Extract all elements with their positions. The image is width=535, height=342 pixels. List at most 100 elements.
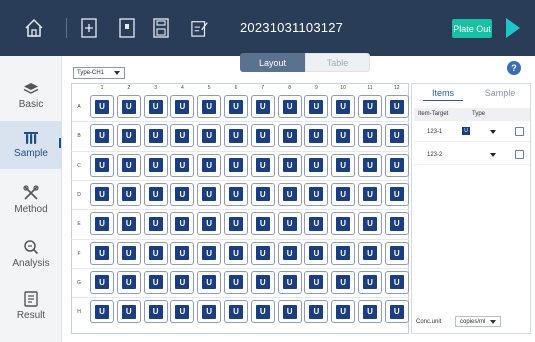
plate-well[interactable]: U — [197, 124, 222, 148]
plate-well[interactable]: U — [90, 182, 114, 206]
save-icon[interactable] — [152, 17, 170, 39]
plate-well[interactable]: U — [304, 153, 329, 177]
plate-well[interactable]: U — [250, 270, 275, 294]
chevron-down-icon[interactable] — [490, 153, 496, 157]
plate-well[interactable]: U — [170, 124, 195, 148]
plate-well[interactable]: U — [197, 153, 222, 177]
plate-well[interactable]: U — [197, 300, 222, 324]
plate-well[interactable]: U — [90, 241, 114, 265]
edit-template-icon[interactable] — [191, 17, 209, 39]
sidebar-item-method[interactable]: Method — [0, 176, 62, 224]
plate-well[interactable]: U — [116, 212, 141, 236]
table-row[interactable]: 123-1 U — [414, 122, 530, 142]
plate-well[interactable]: U — [358, 212, 382, 236]
row-header[interactable]: E — [75, 221, 83, 227]
sidebar-item-sample[interactable]: Sample — [0, 121, 62, 169]
plate-well[interactable]: U — [384, 182, 409, 206]
plate-well[interactable]: U — [197, 182, 222, 206]
plate-well[interactable]: U — [224, 182, 248, 206]
plate-well[interactable]: U — [331, 153, 356, 177]
open-file-icon[interactable] — [118, 17, 136, 39]
plate-well[interactable]: U — [224, 241, 248, 265]
plate-well[interactable]: U — [358, 95, 382, 118]
plate-well[interactable]: U — [384, 270, 409, 294]
help-icon[interactable]: ? — [507, 61, 521, 75]
plate-well[interactable]: U — [304, 182, 329, 206]
row-header[interactable]: G — [75, 280, 83, 286]
plate-well[interactable]: U — [143, 300, 168, 324]
plate-well[interactable]: U — [90, 153, 114, 177]
plate-well[interactable]: U — [224, 124, 248, 148]
plate-well[interactable]: U — [143, 153, 168, 177]
plate-well[interactable]: U — [304, 124, 329, 148]
plate-well[interactable]: U — [331, 270, 356, 294]
plate-well[interactable]: U — [384, 153, 409, 177]
plate-well[interactable]: U — [170, 270, 195, 294]
plate-well[interactable]: U — [143, 95, 168, 118]
sidebar-item-result[interactable]: Result — [0, 282, 62, 330]
plate-well[interactable]: U — [143, 270, 168, 294]
plate-well[interactable]: U — [384, 124, 409, 148]
plate-well[interactable]: U — [170, 212, 195, 236]
plate-well[interactable]: U — [224, 270, 248, 294]
plate-well[interactable]: U — [250, 182, 275, 206]
plate-well[interactable]: U — [250, 153, 275, 177]
plate-well[interactable]: U — [224, 300, 248, 324]
column-header[interactable]: 7 — [251, 85, 275, 91]
plate-well[interactable]: U — [170, 153, 195, 177]
plate-well[interactable]: U — [90, 95, 114, 118]
plate-well[interactable]: U — [116, 153, 141, 177]
conc-unit-select[interactable]: copies/ml — [455, 316, 501, 327]
plate-well[interactable]: U — [224, 153, 248, 177]
column-header[interactable]: 10 — [331, 85, 355, 91]
tab-table[interactable]: Table — [305, 53, 370, 72]
plate-well[interactable]: U — [358, 270, 382, 294]
plate-well[interactable]: U — [277, 124, 302, 148]
plate-well[interactable]: U — [170, 241, 195, 265]
plate-well[interactable]: U — [358, 241, 382, 265]
plate-well[interactable]: U — [116, 95, 141, 118]
plate-well[interactable]: U — [384, 300, 409, 324]
column-header[interactable]: 8 — [278, 85, 302, 91]
plate-well[interactable]: U — [197, 241, 222, 265]
plate-well[interactable]: U — [331, 212, 356, 236]
plate-well[interactable]: U — [331, 300, 356, 324]
plate-well[interactable]: U — [304, 95, 329, 118]
plate-well[interactable]: U — [116, 241, 141, 265]
plate-out-button[interactable]: Plate Out — [452, 19, 492, 38]
plate-well[interactable]: U — [277, 153, 302, 177]
plate-well[interactable]: U — [116, 124, 141, 148]
column-header[interactable]: 11 — [358, 85, 382, 91]
sidebar-item-basic[interactable]: Basic — [0, 72, 62, 120]
tab-sample[interactable]: Sample — [480, 88, 520, 98]
column-header[interactable]: 5 — [197, 85, 221, 91]
plate-well[interactable]: U — [277, 300, 302, 324]
plate-well[interactable]: U — [224, 95, 248, 118]
home-icon[interactable] — [22, 16, 46, 40]
plate-well[interactable]: U — [304, 300, 329, 324]
column-header[interactable]: 2 — [117, 85, 141, 91]
plate-well[interactable]: U — [116, 182, 141, 206]
plate-well[interactable]: U — [170, 300, 195, 324]
plate-well[interactable]: U — [331, 241, 356, 265]
column-header[interactable]: 6 — [224, 85, 248, 91]
row-checkbox[interactable] — [515, 127, 524, 136]
plate-well[interactable]: U — [143, 182, 168, 206]
plate-well[interactable]: U — [331, 124, 356, 148]
plate-well[interactable]: U — [197, 212, 222, 236]
plate-well[interactable]: U — [116, 300, 141, 324]
plate-well[interactable]: U — [116, 270, 141, 294]
plate-well[interactable]: U — [197, 270, 222, 294]
plate-well[interactable]: U — [250, 212, 275, 236]
plate-well[interactable]: U — [384, 212, 409, 236]
play-icon[interactable] — [506, 18, 520, 38]
column-header[interactable]: 4 — [170, 85, 194, 91]
plate-well[interactable]: U — [143, 241, 168, 265]
plate-well[interactable]: U — [331, 95, 356, 118]
row-header[interactable]: B — [75, 133, 83, 139]
plate-well[interactable]: U — [250, 95, 275, 118]
plate-well[interactable]: U — [304, 212, 329, 236]
sidebar-item-analysis[interactable]: Analysis — [0, 230, 62, 278]
plate-well[interactable]: U — [250, 241, 275, 265]
plate-well[interactable]: U — [170, 182, 195, 206]
